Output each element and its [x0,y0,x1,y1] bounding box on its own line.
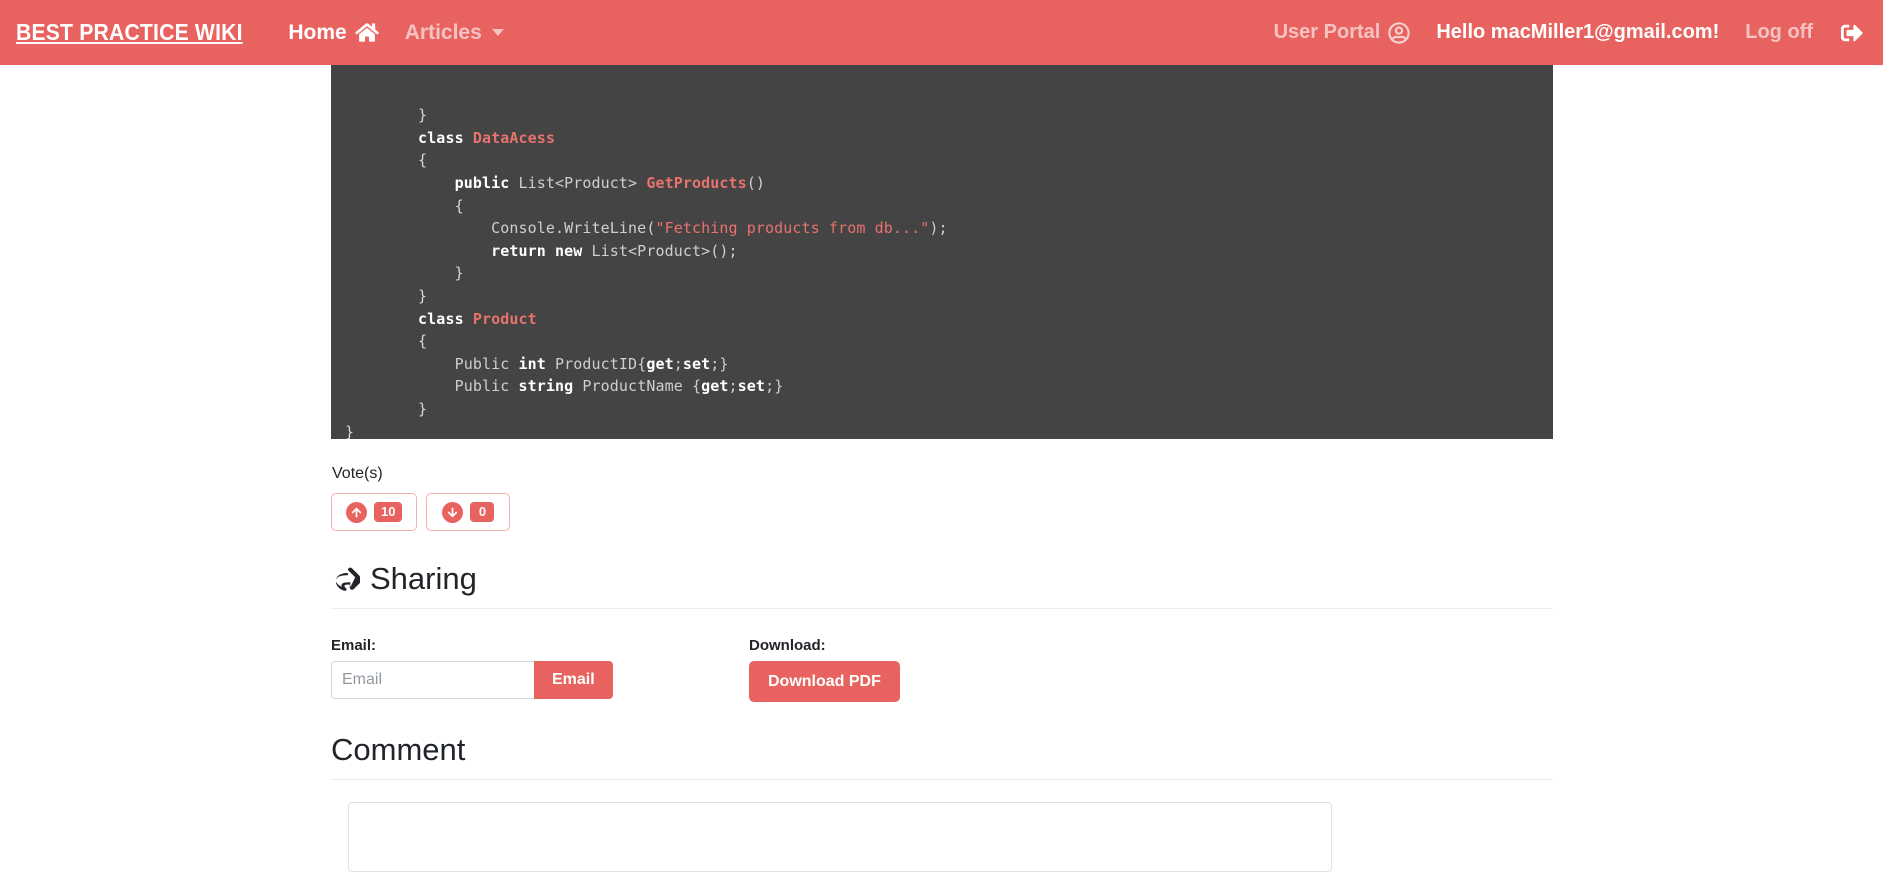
logoff-label: Log off [1745,21,1813,43]
sharing-section-header: Sharing [331,559,1553,609]
email-input[interactable] [331,661,534,699]
comment-area [331,780,1553,877]
brand-logo[interactable]: BEST PRACTICE WIKI [16,19,243,46]
downvote-button[interactable]: 0 [426,493,511,531]
send-email-button[interactable]: Email [534,661,613,699]
nav-item-user-portal-label: User Portal [1273,21,1381,43]
content-container: } class DataAcess { public List<Product>… [331,65,1553,877]
vote-row: 10 0 [331,493,1553,531]
arrow-down-icon [442,501,464,523]
download-pdf-button[interactable]: Download PDF [749,661,900,702]
downvote-count: 0 [470,502,495,522]
nav-item-home-label: Home [288,20,347,44]
comment-textarea[interactable] [348,802,1332,872]
upvote-button[interactable]: 10 [331,493,418,531]
nav-item-articles[interactable]: Articles [405,21,504,45]
top-navbar: BEST PRACTICE WIKI Home Articles User Po… [0,0,1883,65]
upvote-count: 10 [374,502,403,522]
nav-right-group: User Portal Hello macMiller1@gmail.com! … [1274,21,1865,44]
chevron-down-icon [491,29,504,36]
arrow-up-icon [346,501,367,523]
nav-item-user-portal[interactable]: User Portal [1274,21,1411,44]
sharing-body: Email: Email Download: Download PDF [331,609,1553,702]
email-input-group: Email [331,661,749,699]
nav-item-home[interactable]: Home [288,20,379,45]
house-icon [354,22,379,43]
comment-heading: Comment [331,732,466,767]
user-greeting: Hello macMiller1@gmail.com! [1436,21,1720,43]
download-share-column: Download: Download PDF [749,637,900,702]
code-block-content: } class DataAcess { public List<Product>… [345,106,948,439]
page-body: } class DataAcess { public List<Product>… [0,65,1883,877]
nav-left-group: Home Articles [288,20,504,45]
comment-section-header: Comment [331,730,1553,780]
sharing-heading: Sharing [370,561,477,596]
code-block: } class DataAcess { public List<Product>… [331,65,1553,439]
sign-out-icon[interactable] [1839,22,1865,44]
nav-item-articles-label: Articles [404,20,482,44]
share-square-icon [331,566,360,593]
votes-label: Vote(s) [332,465,383,482]
logoff-link[interactable]: Log off [1745,21,1813,44]
user-circle-icon [1388,21,1410,44]
email-share-column: Email: Email [331,637,749,702]
email-field-label: Email: [331,637,377,654]
download-field-label: Download: [749,637,826,654]
